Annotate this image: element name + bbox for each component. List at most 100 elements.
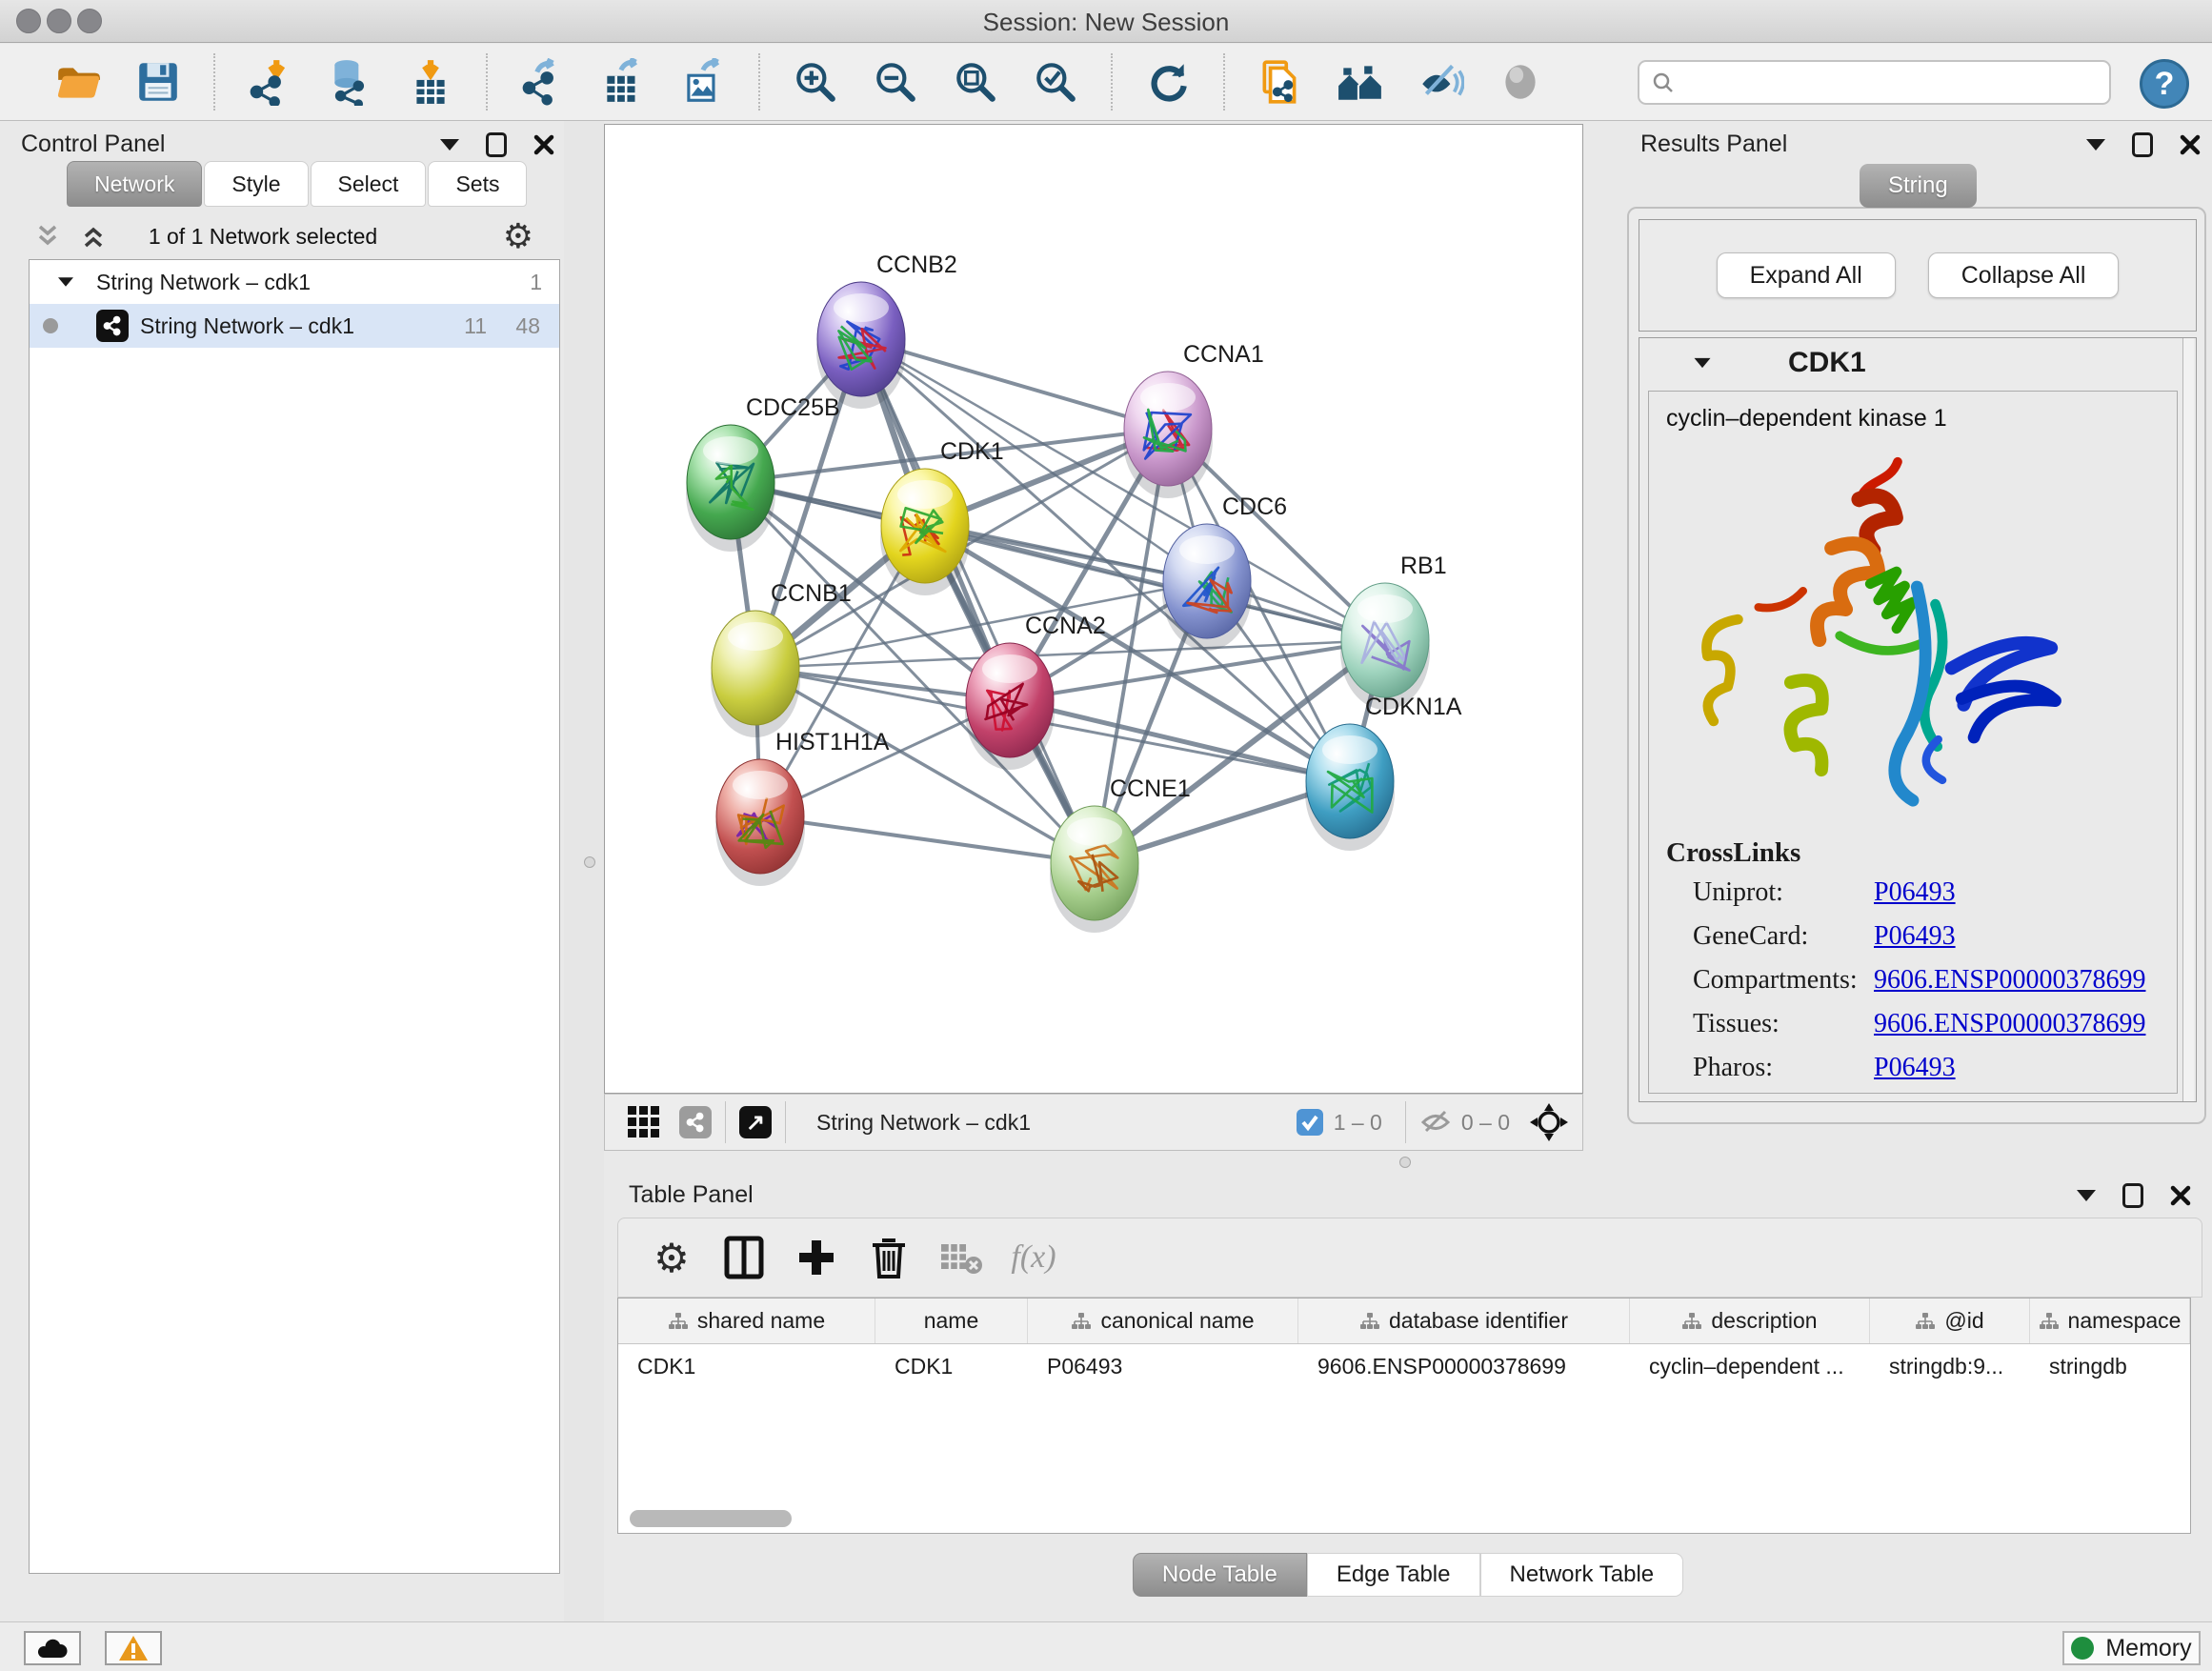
network-canvas[interactable]: CCNB2CCNA1CDC25BCDK1CDC6RB1CCNB1CCNA2CDK… (604, 124, 1583, 1094)
horizontal-scrollbar[interactable] (630, 1510, 792, 1527)
maximize-panel-icon[interactable] (2132, 132, 2153, 157)
results-scrollbar[interactable] (2182, 338, 2194, 1101)
splitter-handle[interactable] (584, 856, 595, 868)
function-builder-icon[interactable]: f(x) (1007, 1231, 1060, 1284)
table-options-gear-icon[interactable]: ⚙ (645, 1231, 698, 1284)
show-all-eye-icon[interactable] (1494, 55, 1547, 109)
zoom-out-icon[interactable] (869, 55, 922, 109)
selected-checkbox-icon[interactable] (1296, 1108, 1324, 1137)
tab-network[interactable]: Network (67, 161, 202, 207)
network-edge[interactable] (1010, 700, 1350, 781)
attribute-tree-icon (1915, 1312, 1936, 1331)
maximize-panel-icon[interactable] (486, 132, 507, 157)
float-panel-icon[interactable] (440, 139, 459, 151)
network-node-CCNB1[interactable] (711, 611, 800, 737)
zoom-fit-icon[interactable] (949, 55, 1002, 109)
network-edge[interactable] (861, 339, 1168, 429)
network-node-CDK1[interactable] (880, 469, 970, 595)
show-columns-icon[interactable] (717, 1231, 771, 1284)
network-node-CCNB2[interactable] (816, 282, 906, 409)
expand-all-button[interactable]: Expand All (1717, 252, 1896, 298)
network-row-selected[interactable]: String Network – cdk1 11 48 (30, 304, 559, 348)
network-node-CDC25B[interactable] (686, 425, 775, 552)
table-cell[interactable]: stringdb (2030, 1354, 2190, 1379)
panel-splitter[interactable] (564, 121, 604, 1621)
table-row[interactable]: CDK1CDK1P064939606.ENSP00000378699cyclin… (618, 1344, 2190, 1388)
tab-sets[interactable]: Sets (428, 161, 527, 207)
import-network-from-database-icon[interactable] (324, 55, 377, 109)
grid-view-icon[interactable] (626, 1104, 662, 1140)
table-cell[interactable]: cyclin–dependent ... (1630, 1354, 1870, 1379)
refresh-icon[interactable] (1141, 55, 1195, 109)
tab-style[interactable]: Style (204, 161, 308, 207)
help-button[interactable]: ? (2140, 59, 2189, 109)
network-collection-row[interactable]: String Network – cdk1 1 (30, 260, 559, 304)
zoom-selected-icon[interactable] (1029, 55, 1082, 109)
create-column-plus-icon[interactable] (790, 1231, 843, 1284)
network-edge[interactable] (861, 339, 1095, 863)
tab-network-table[interactable]: Network Table (1480, 1553, 1684, 1597)
network-node-CCNA2[interactable] (965, 643, 1055, 770)
clone-network-icon[interactable] (1254, 55, 1307, 109)
open-session-icon[interactable] (51, 55, 105, 109)
warnings-button[interactable] (105, 1631, 162, 1665)
birdseye-view-icon[interactable]: ↗ (739, 1106, 772, 1138)
search-input[interactable] (1638, 60, 2111, 105)
delete-table-icon[interactable] (935, 1231, 988, 1284)
network-node-RB1[interactable] (1340, 583, 1430, 710)
network-node-CCNE1[interactable] (1050, 806, 1139, 933)
table-cell[interactable]: CDK1 (875, 1354, 1028, 1379)
zoom-in-icon[interactable] (789, 55, 842, 109)
selected-count: 1 – 0 (1334, 1110, 1382, 1136)
save-session-icon[interactable] (131, 55, 185, 109)
column-header-description[interactable]: description (1630, 1299, 1870, 1343)
crosslink-value-link[interactable]: P06493 (1874, 1053, 1956, 1083)
float-panel-icon[interactable] (2086, 139, 2105, 151)
close-panel-icon[interactable] (2170, 1185, 2191, 1206)
memory-button[interactable]: Memory (2062, 1631, 2201, 1665)
import-network-icon[interactable] (244, 55, 297, 109)
column-header--id[interactable]: @id (1870, 1299, 2030, 1343)
crosslink-value-link[interactable]: P06493 (1874, 921, 1956, 952)
network-node-CDC6[interactable] (1162, 524, 1252, 651)
crosslink-value-link[interactable]: 9606.ENSP00000378699 (1874, 1009, 2145, 1039)
table-cell[interactable]: 9606.ENSP00000378699 (1298, 1354, 1630, 1379)
column-header-shared-name[interactable]: shared name (618, 1299, 875, 1343)
float-panel-icon[interactable] (2077, 1190, 2096, 1201)
column-header-canonical-name[interactable]: canonical name (1028, 1299, 1298, 1343)
network-list-icon[interactable] (679, 1106, 712, 1138)
maximize-panel-icon[interactable] (2122, 1183, 2143, 1208)
first-neighbors-icon[interactable] (1334, 55, 1387, 109)
column-header-name[interactable]: name (875, 1299, 1028, 1343)
entry-header[interactable]: CDK1 (1639, 338, 2196, 388)
import-table-icon[interactable] (404, 55, 457, 109)
splitter-handle[interactable] (1399, 1157, 1411, 1168)
cloud-status-button[interactable] (24, 1631, 81, 1665)
crosslink-value-link[interactable]: 9606.ENSP00000378699 (1874, 965, 2145, 996)
network-node-HIST1H1A[interactable] (715, 759, 805, 886)
column-header-database-identifier[interactable]: database identifier (1298, 1299, 1630, 1343)
tab-select[interactable]: Select (311, 161, 427, 207)
column-header-namespace[interactable]: namespace (2030, 1299, 2190, 1343)
entry-collapse-icon[interactable] (1695, 358, 1711, 368)
table-cell[interactable]: CDK1 (618, 1354, 875, 1379)
network-node-CDKN1A[interactable] (1305, 724, 1395, 851)
network-node-CCNA1[interactable] (1123, 372, 1213, 498)
table-cell[interactable]: stringdb:9... (1870, 1354, 2030, 1379)
network-edge[interactable] (760, 816, 1095, 863)
close-panel-icon[interactable] (2180, 134, 2201, 155)
tab-edge-table[interactable]: Edge Table (1307, 1553, 1480, 1597)
tab-node-table[interactable]: Node Table (1133, 1553, 1307, 1597)
export-table-icon[interactable] (596, 55, 650, 109)
crosslink-value-link[interactable]: P06493 (1874, 877, 1956, 908)
delete-column-trash-icon[interactable] (862, 1231, 915, 1284)
fit-content-crosshair-icon[interactable] (1529, 1102, 1569, 1142)
close-panel-icon[interactable] (533, 134, 554, 155)
export-image-icon[interactable] (676, 55, 730, 109)
collapse-all-button[interactable]: Collapse All (1928, 252, 2120, 298)
tab-string[interactable]: String (1860, 164, 1977, 208)
collection-expand-icon[interactable] (58, 277, 73, 287)
table-cell[interactable]: P06493 (1028, 1354, 1298, 1379)
export-network-icon[interactable] (516, 55, 570, 109)
hide-selected-eye-icon[interactable] (1414, 55, 1467, 109)
